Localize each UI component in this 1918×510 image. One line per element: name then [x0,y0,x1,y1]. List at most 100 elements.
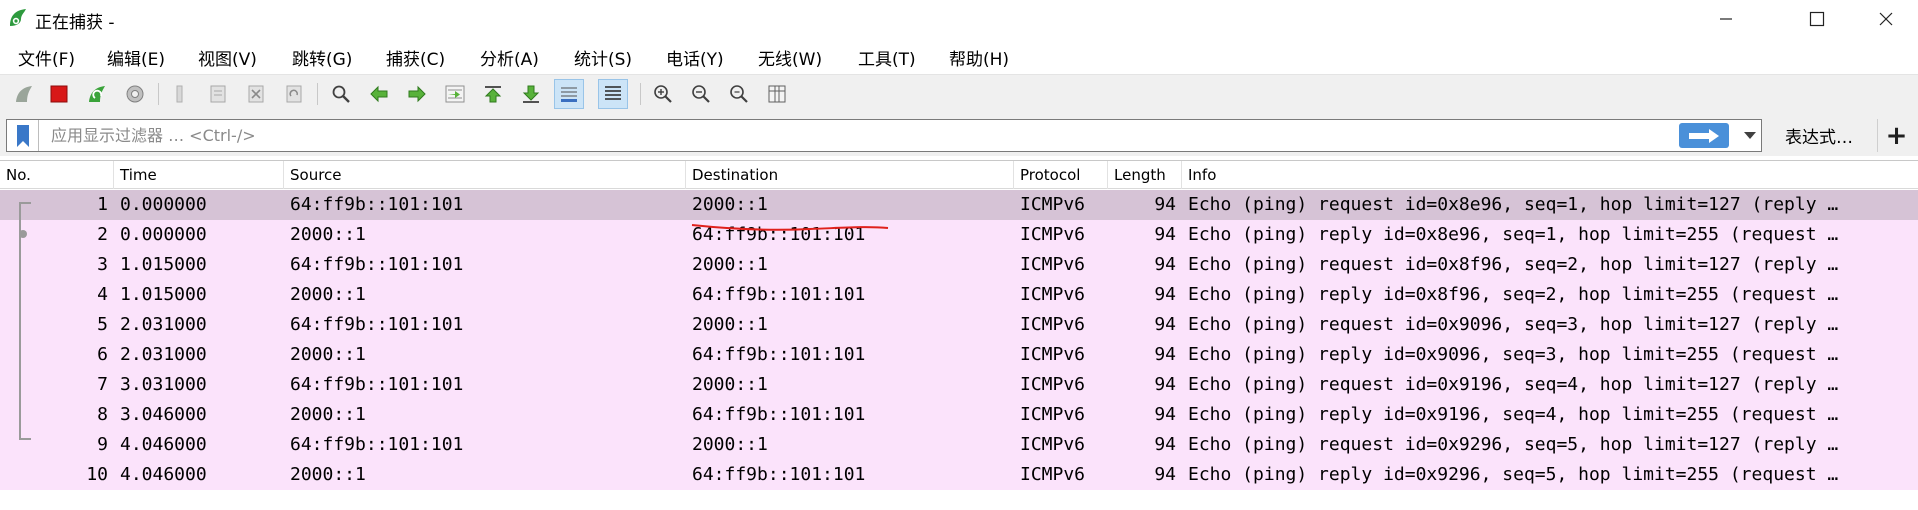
packet-row[interactable]: 8 3.046000 2000::1 64:ff9b::101:101 ICMPv6 94… [0,400,1918,430]
menu-help[interactable]: 帮助(H) [949,45,1009,70]
zoom-normal-button[interactable] [724,79,754,109]
filter-bookmark-button[interactable] [7,120,39,151]
colorize-icon [605,86,621,100]
capture-options-icon [126,85,144,103]
packet-cell-source: 64:ff9b::101:101 [290,194,464,215]
column-header-info[interactable]: Info [1182,161,1918,189]
packet-row[interactable]: 4 1.015000 2000::1 64:ff9b::101:101 ICMPv6 94… [0,280,1918,310]
find-packet-button[interactable] [326,79,356,109]
conversation-tree-marker [19,438,31,440]
column-header-no[interactable]: No. [0,161,114,189]
packet-cell-info: Echo (ping) request id=0x8e96, seq=1, ho… [1188,194,1839,215]
packet-list-header: No. Time Source Destination Protocol Len… [0,161,1918,189]
packet-cell-length: 94 [1154,314,1176,335]
go-to-packet-button[interactable] [440,79,470,109]
zoom-in-icon [654,85,672,103]
save-file-icon [210,85,226,103]
column-header-length[interactable]: Length [1108,161,1182,189]
column-header-protocol[interactable]: Protocol [1014,161,1108,189]
packet-row[interactable]: 2 0.000000 2000::1 64:ff9b::101:101 ICMPv6 94… [0,220,1918,250]
packet-cell-time: 3.031000 [120,374,207,395]
toolbar-separator [317,83,318,105]
capture-options-button[interactable] [120,79,150,109]
packet-list: No. Time Source Destination Protocol Len… [0,160,1918,510]
close-file-button[interactable] [241,79,271,109]
column-header-time[interactable]: Time [114,161,284,189]
close-button[interactable] [1854,0,1918,38]
maximize-icon [1809,11,1825,27]
packet-cell-protocol: ICMPv6 [1020,314,1086,335]
bookmark-icon [16,124,29,147]
packet-row[interactable]: 7 3.031000 64:ff9b::101:101 2000::1 ICMPv6 94… [0,370,1918,400]
autoscroll-icon [561,87,577,102]
packet-row[interactable]: 1 0.000000 64:ff9b::101:101 2000::1 ICMPv6 94… [0,190,1918,220]
menu-statistics[interactable]: 统计(S) [574,45,632,70]
menu-wireless[interactable]: 无线(W) [758,45,822,70]
packet-cell-info: Echo (ping) request id=0x9296, seq=5, ho… [1188,434,1839,455]
packet-row[interactable]: 5 2.031000 64:ff9b::101:101 2000::1 ICMPv6 94… [0,310,1918,340]
go-last-packet-button[interactable] [516,79,546,109]
toolbar-separator [158,83,159,105]
column-header-source[interactable]: Source [284,161,686,189]
menu-file[interactable]: 文件(F) [18,45,75,70]
go-first-packet-button[interactable] [478,79,508,109]
packet-row[interactable]: 3 1.015000 64:ff9b::101:101 2000::1 ICMPv6 94… [0,250,1918,280]
packet-cell-source: 2000::1 [290,284,366,305]
packet-cell-protocol: ICMPv6 [1020,194,1086,215]
go-forward-button[interactable] [402,79,432,109]
minimize-button[interactable] [1694,0,1758,38]
window-title: 正在捕获 - [35,13,115,33]
filter-history-dropdown[interactable] [1739,120,1761,151]
packet-cell-length: 94 [1154,374,1176,395]
packet-cell-info: Echo (ping) request id=0x9196, seq=4, ho… [1188,374,1839,395]
menu-analyze[interactable]: 分析(A) [480,45,539,70]
minimize-icon [1720,18,1732,20]
packet-cell-protocol: ICMPv6 [1020,404,1086,425]
stop-capture-button[interactable] [44,79,74,109]
packet-cell-no: 9 [97,434,108,455]
reload-file-button[interactable] [279,79,309,109]
packet-cell-no: 1 [97,194,108,215]
menu-edit[interactable]: 编辑(E) [107,45,165,70]
display-filter-input[interactable] [47,120,1677,151]
go-last-packet-icon [522,85,540,103]
resize-columns-button[interactable] [762,79,792,109]
arrow-right-icon [1689,128,1719,143]
packet-cell-time: 0.000000 [120,224,207,245]
packet-cell-destination: 2000::1 [692,374,768,395]
apply-filter-button[interactable] [1679,123,1729,148]
toolbar-separator [640,83,641,105]
main-toolbar [0,74,1918,114]
menu-capture[interactable]: 捕获(C) [386,45,445,70]
packet-row[interactable]: 9 4.046000 64:ff9b::101:101 2000::1 ICMPv6 94… [0,430,1918,460]
packet-cell-protocol: ICMPv6 [1020,254,1086,275]
go-back-button[interactable] [364,79,394,109]
packet-cell-time: 1.015000 [120,254,207,275]
open-file-button[interactable] [165,79,195,109]
maximize-button[interactable] [1785,0,1849,38]
zoom-out-button[interactable] [686,79,716,109]
packet-row[interactable]: 6 2.031000 2000::1 64:ff9b::101:101 ICMPv6 94… [0,340,1918,370]
menu-view[interactable]: 视图(V) [198,45,257,70]
packet-row[interactable]: 10 4.046000 2000::1 64:ff9b::101:101 ICMPv6 9… [0,460,1918,490]
packet-cell-source: 2000::1 [290,464,366,485]
menu-tools[interactable]: 工具(T) [858,45,916,70]
column-header-destination[interactable]: Destination [686,161,1014,189]
save-file-button[interactable] [203,79,233,109]
expression-button[interactable]: 表达式… [1768,119,1870,152]
autoscroll-button[interactable] [554,79,584,109]
colorize-button[interactable] [598,79,628,109]
reload-file-icon [286,85,302,103]
restart-capture-button[interactable] [82,79,112,109]
packet-cell-protocol: ICMPv6 [1020,344,1086,365]
start-capture-button[interactable] [9,79,39,109]
add-filter-button[interactable]: + [1877,119,1915,152]
packet-cell-no: 4 [97,284,108,305]
packet-cell-destination: 64:ff9b::101:101 [692,344,866,365]
menu-bar: 文件(F) 编辑(E) 视图(V) 跳转(G) 捕获(C) 分析(A) 统计(S… [0,38,1918,74]
zoom-in-button[interactable] [648,79,678,109]
menu-go[interactable]: 跳转(G) [292,45,352,70]
zoom-normal-icon [730,85,748,103]
packet-cell-length: 94 [1154,224,1176,245]
menu-telephony[interactable]: 电话(Y) [666,45,724,70]
